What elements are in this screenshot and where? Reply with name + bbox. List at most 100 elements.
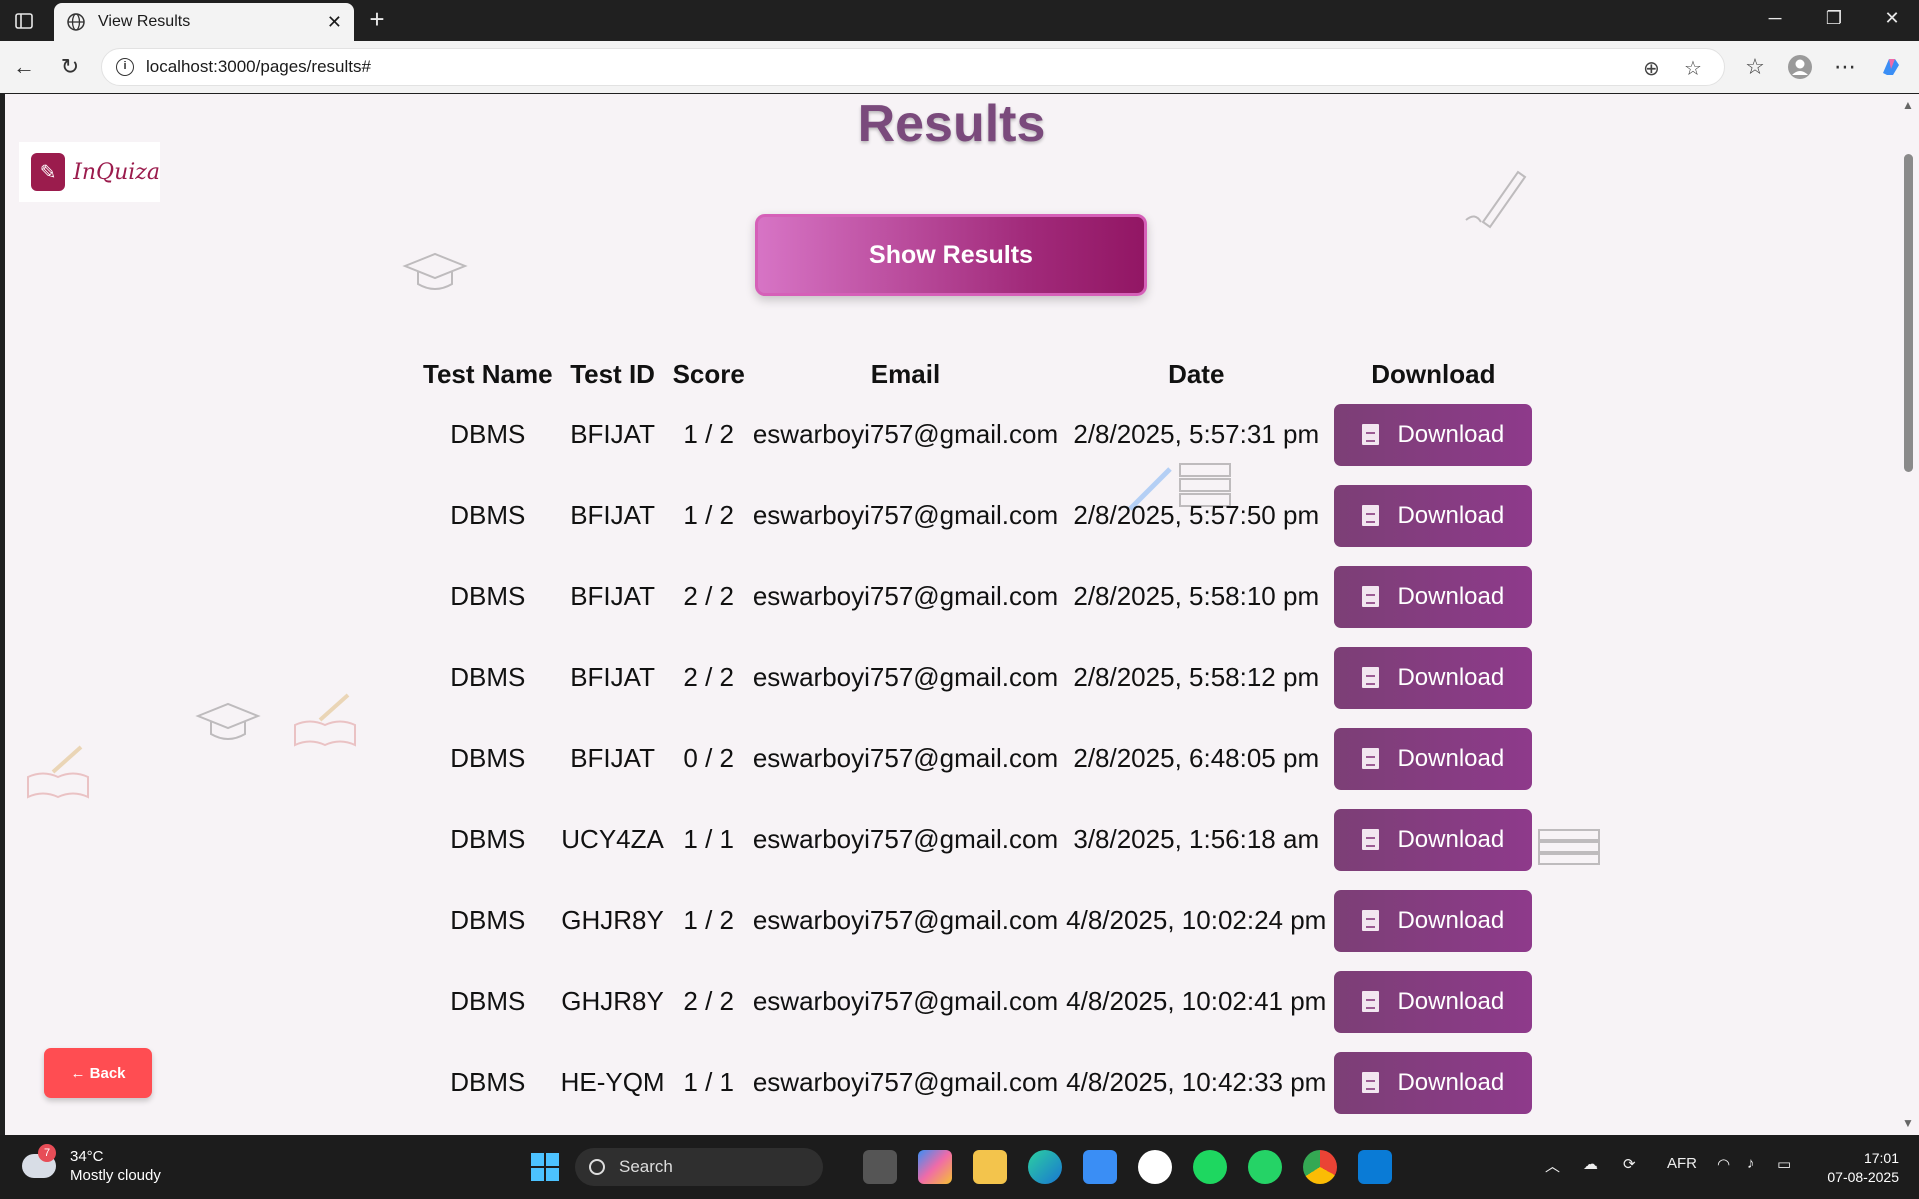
spotify-icon[interactable]: [1193, 1150, 1227, 1184]
results-table: Test Name Test ID Score Email Date Downl…: [419, 354, 1536, 1123]
profile-avatar-icon[interactable]: [1787, 54, 1813, 80]
table-row: DBMS BFIJAT 2 / 2 eswarboyi757@gmail.com 2/8…: [419, 637, 1536, 718]
download-button[interactable]: Download: [1334, 646, 1533, 709]
column-header-date: Date: [1168, 358, 1225, 389]
whatsapp-icon[interactable]: [1248, 1150, 1282, 1184]
cell-download: Download: [1330, 475, 1536, 556]
document-icon: [1362, 667, 1380, 688]
favorite-star-icon[interactable]: ☆: [1684, 56, 1702, 81]
cell-date: 2/8/2025, 5:57:31 pm: [1073, 419, 1320, 449]
graduation-cap-icon: [402, 252, 468, 290]
quiz-logo-icon: ✎: [31, 153, 66, 191]
store-icon[interactable]: [1083, 1150, 1117, 1184]
new-tab-icon[interactable]: +: [363, 6, 391, 34]
tab-actions-icon[interactable]: [12, 9, 36, 33]
globe-icon: [67, 13, 85, 31]
download-button[interactable]: Download: [1334, 970, 1533, 1033]
site-info-icon[interactable]: i: [116, 58, 134, 76]
download-button[interactable]: Download: [1334, 565, 1533, 628]
language-indicator[interactable]: AFR: [1667, 1155, 1697, 1172]
cell-test-name: DBMS: [450, 662, 526, 692]
page-scrollbar[interactable]: ▲ ▼: [1898, 94, 1919, 1135]
refresh-icon[interactable]: ↻: [57, 54, 83, 80]
cell-download: Download: [1330, 1042, 1536, 1123]
cell-download: Download: [1330, 718, 1536, 799]
taskbar-search[interactable]: Search: [575, 1148, 823, 1186]
more-options-icon[interactable]: ⋯: [1832, 54, 1858, 80]
minimize-icon[interactable]: ─: [1760, 8, 1790, 29]
browser-tab[interactable]: View Results ✕: [54, 3, 354, 41]
download-label: Download: [1397, 663, 1505, 691]
chevron-up-icon[interactable]: ︿: [1545, 1155, 1560, 1176]
volume-icon[interactable]: ♪: [1747, 1155, 1755, 1172]
table-row: DBMS GHJR8Y 1 / 2 eswarboyi757@gmail.com 4/8…: [419, 880, 1536, 961]
download-label: Download: [1397, 825, 1505, 853]
cell-test-id: GHJR8Y: [561, 986, 664, 1016]
file-explorer-icon[interactable]: [973, 1150, 1007, 1184]
tab-bar: View Results ✕ + ─ ❐ ✕: [0, 0, 1919, 41]
cell-test-id: BFIJAT: [570, 662, 655, 692]
cell-email: eswarboyi757@gmail.com: [752, 662, 1059, 692]
cell-email: eswarboyi757@gmail.com: [752, 419, 1059, 449]
cell-test-id: UCY4ZA: [561, 824, 664, 854]
vscode-icon[interactable]: [1358, 1150, 1392, 1184]
download-button[interactable]: Download: [1334, 889, 1533, 952]
onedrive-icon[interactable]: ☁: [1583, 1155, 1598, 1173]
cell-score: 1 / 1: [683, 1067, 734, 1097]
scrollbar-thumb[interactable]: [1904, 154, 1913, 472]
back-arrow-icon[interactable]: ←: [11, 54, 37, 80]
document-icon: [1362, 829, 1380, 850]
download-button[interactable]: Download: [1334, 403, 1533, 466]
cell-email: eswarboyi757@gmail.com: [752, 986, 1059, 1016]
download-button[interactable]: Download: [1334, 727, 1533, 790]
chrome-icon[interactable]: [1303, 1150, 1337, 1184]
cell-score: 1 / 2: [683, 500, 734, 530]
zoom-icon[interactable]: ⊕: [1643, 56, 1660, 81]
scroll-down-icon[interactable]: ▼: [1902, 1116, 1914, 1130]
favorites-icon[interactable]: ☆: [1742, 54, 1768, 80]
cell-download: Download: [1330, 880, 1536, 961]
battery-icon[interactable]: ▭: [1777, 1155, 1791, 1173]
cell-test-id: BFIJAT: [570, 500, 655, 530]
back-button[interactable]: ← Back: [44, 1048, 152, 1098]
dell-icon[interactable]: [1138, 1150, 1172, 1184]
cell-date: 4/8/2025, 10:02:41 pm: [1066, 986, 1327, 1016]
weather-widget[interactable]: 7 34°C Mostly cloudy: [22, 1144, 161, 1185]
copilot-app-icon[interactable]: [918, 1150, 952, 1184]
cell-date: 2/8/2025, 5:58:12 pm: [1073, 662, 1320, 692]
pen-icon: [1465, 170, 1527, 229]
table-row: DBMS BFIJAT 2 / 2 eswarboyi757@gmail.com 2/8…: [419, 556, 1536, 637]
windows-start-icon[interactable]: [528, 1150, 562, 1184]
column-header-test-id: Test ID: [570, 358, 655, 389]
task-view-icon[interactable]: [863, 1150, 897, 1184]
cell-date: 4/8/2025, 10:02:24 pm: [1066, 905, 1327, 935]
document-icon: [1362, 748, 1380, 769]
restore-icon[interactable]: ❐: [1819, 8, 1849, 29]
cell-score: 2 / 2: [683, 986, 734, 1016]
weather-badge: 7: [38, 1144, 56, 1162]
wifi-icon[interactable]: ◠: [1717, 1155, 1730, 1173]
close-window-icon[interactable]: ✕: [1877, 8, 1907, 29]
system-clock[interactable]: 17:01 07-08-2025: [1815, 1149, 1899, 1187]
show-results-button[interactable]: Show Results: [755, 214, 1147, 296]
copilot-icon[interactable]: [1878, 54, 1904, 80]
cell-download: Download: [1330, 637, 1536, 718]
close-tab-icon[interactable]: ✕: [327, 12, 342, 33]
download-button[interactable]: Download: [1334, 1051, 1533, 1114]
download-label: Download: [1397, 987, 1505, 1015]
cell-test-name: DBMS: [450, 1067, 526, 1097]
cell-test-id: GHJR8Y: [561, 905, 664, 935]
cell-test-id: BFIJAT: [570, 419, 655, 449]
tab-title: View Results: [98, 13, 191, 30]
cell-score: 0 / 2: [683, 743, 734, 773]
cell-test-name: DBMS: [450, 986, 526, 1016]
books-stack-icon: [1538, 829, 1600, 865]
download-button[interactable]: Download: [1334, 484, 1533, 547]
url-field[interactable]: i localhost:3000/pages/results# ⊕ ☆: [101, 48, 1725, 86]
weather-temp: 34°C: [70, 1148, 104, 1165]
edge-browser-icon[interactable]: [1028, 1150, 1062, 1184]
sync-icon[interactable]: ⟳: [1623, 1155, 1636, 1173]
cell-date: 2/8/2025, 6:48:05 pm: [1073, 743, 1320, 773]
download-button[interactable]: Download: [1334, 808, 1533, 871]
scroll-up-icon[interactable]: ▲: [1902, 98, 1914, 112]
